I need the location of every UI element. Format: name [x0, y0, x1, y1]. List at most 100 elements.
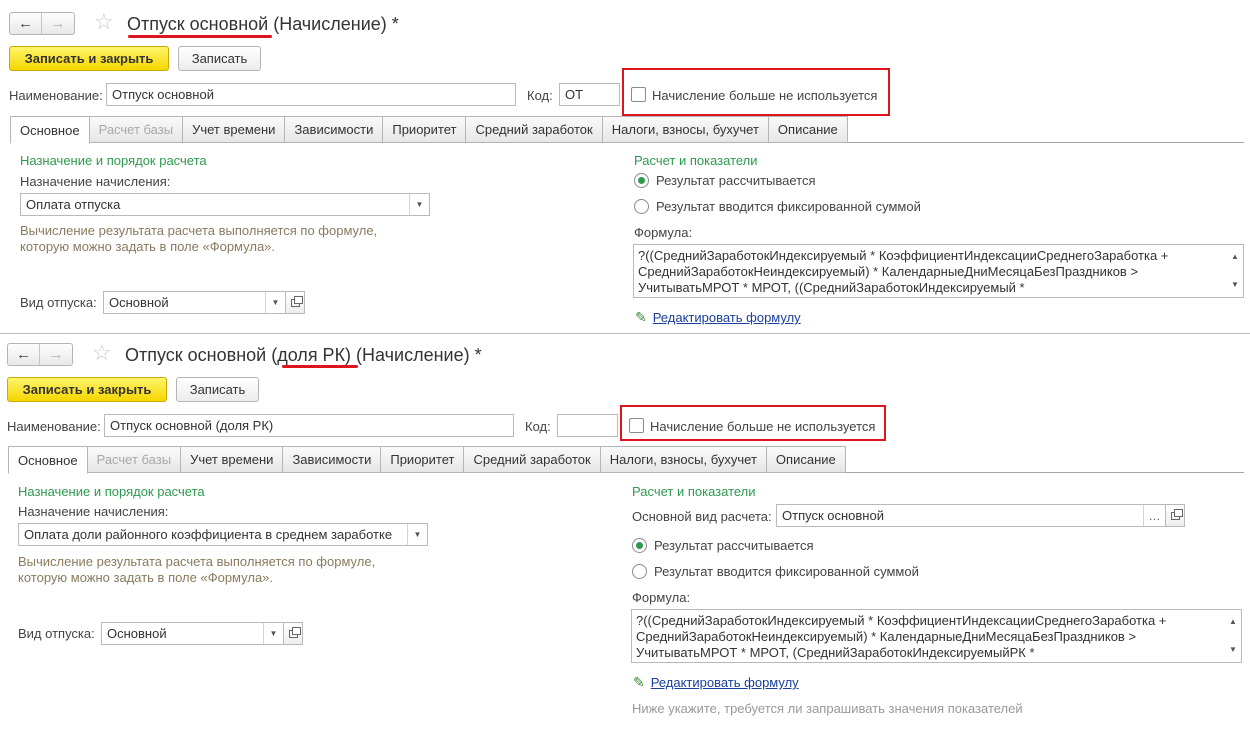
pencil-icon: ✎ — [633, 674, 645, 690]
save-and-close-button[interactable]: Записать и закрыть — [7, 377, 167, 402]
vacation-type-value: Основной — [107, 626, 167, 641]
back-arrow-icon[interactable]: ← — [8, 344, 40, 365]
open-window-icon — [288, 626, 301, 638]
unused-label: Начисление больше не используется — [652, 88, 878, 103]
dropdown-arrow-icon[interactable]: ▼ — [265, 292, 285, 313]
section-title-left: Назначение и порядок расчета — [18, 484, 205, 499]
annotation-underline — [128, 35, 272, 38]
edit-formula-link[interactable]: Редактировать формулу — [651, 675, 799, 690]
accrual-form-rk: ← → ☆ Отпуск основной (доля РК) (Начисле… — [0, 333, 1250, 751]
vacation-type-label: Вид отпуска: — [18, 626, 95, 641]
forward-arrow-icon[interactable]: → — [40, 344, 72, 365]
accrual-form-main: ← → ☆ Отпуск основной (Начисление) * Зап… — [0, 0, 1250, 333]
formula-line: ?((СреднийЗаработокИндексируемый * Коэфф… — [638, 248, 1169, 263]
unused-checkbox[interactable] — [631, 87, 646, 102]
tab-time-accounting[interactable]: Учет времени — [181, 446, 284, 473]
section-title-left: Назначение и порядок расчета — [20, 153, 207, 168]
indicators-hint: Ниже укажите, требуется ли запрашивать з… — [632, 701, 1023, 716]
base-type-label: Основной вид расчета: — [632, 509, 772, 524]
tab-priority[interactable]: Приоритет — [381, 446, 465, 473]
favorite-star-icon[interactable]: ☆ — [92, 342, 112, 364]
formula-note: Вычисление результата расчета выполняетс… — [18, 554, 376, 585]
purpose-select[interactable]: Оплата отпуска ▼ — [20, 193, 430, 216]
choose-dots-icon[interactable]: … — [1143, 505, 1165, 526]
tab-average-earnings[interactable]: Средний заработок — [464, 446, 601, 473]
dropdown-arrow-icon[interactable]: ▼ — [263, 623, 283, 644]
tab-base-calc[interactable]: Расчет базы — [89, 116, 184, 143]
vacation-type-label: Вид отпуска: — [20, 295, 97, 310]
scroll-up-icon[interactable]: ▲ — [1227, 614, 1239, 630]
tab-main[interactable]: Основное — [10, 116, 90, 144]
formula-line: СреднийЗаработокНеиндексируемый) * Кален… — [636, 629, 1137, 644]
radio-button[interactable] — [632, 564, 647, 579]
annotation-underline — [282, 365, 358, 368]
save-button[interactable]: Записать — [176, 377, 259, 402]
tab-dependencies[interactable]: Зависимости — [285, 116, 384, 143]
name-input[interactable]: Отпуск основной — [106, 83, 516, 106]
radio-calculated-label: Результат рассчитывается — [654, 538, 814, 553]
radio-fixed[interactable]: Результат вводится фиксированной суммой — [632, 564, 919, 579]
scroll-down-icon[interactable]: ▼ — [1227, 642, 1239, 658]
tab-taxes[interactable]: Налоги, взносы, бухучет — [602, 116, 769, 143]
formula-line: УчитыватьМРОТ * МРОТ, (СреднийЗаработокИ… — [636, 645, 1035, 660]
formula-line: ?((СреднийЗаработокИндексируемый * Коэфф… — [636, 613, 1167, 628]
formula-label: Формула: — [634, 225, 693, 240]
tab-base-calc[interactable]: Расчет базы — [87, 446, 182, 473]
forward-arrow-icon[interactable]: → — [42, 13, 74, 34]
favorite-star-icon[interactable]: ☆ — [94, 11, 114, 33]
purpose-label: Назначение начисления: — [20, 174, 171, 189]
radio-button[interactable] — [634, 199, 649, 214]
tab-average-earnings[interactable]: Средний заработок — [466, 116, 603, 143]
open-item-button[interactable] — [286, 291, 305, 314]
vacation-type-select[interactable]: Основной ▼ — [101, 622, 284, 645]
formula-textarea[interactable]: ?((СреднийЗаработокИндексируемый * Коэфф… — [631, 609, 1242, 663]
name-label: Наименование: — [7, 419, 101, 434]
radio-fixed-label: Результат вводится фиксированной суммой — [656, 199, 921, 214]
code-input[interactable] — [557, 414, 618, 437]
vacation-type-value: Основной — [109, 295, 169, 310]
tab-description[interactable]: Описание — [768, 116, 848, 143]
radio-fixed-label: Результат вводится фиксированной суммой — [654, 564, 919, 579]
name-label: Наименование: — [9, 88, 103, 103]
scroll-down-icon[interactable]: ▼ — [1229, 277, 1241, 293]
edit-formula-link[interactable]: Редактировать формулу — [653, 310, 801, 325]
nav-group: ← → — [9, 12, 75, 35]
tab-taxes[interactable]: Налоги, взносы, бухучет — [600, 446, 767, 473]
vacation-type-select[interactable]: Основной ▼ — [103, 291, 286, 314]
scroll-up-icon[interactable]: ▲ — [1229, 249, 1241, 265]
name-input[interactable]: Отпуск основной (доля РК) — [104, 414, 514, 437]
tab-bar: Основное Расчет базы Учет времени Зависи… — [8, 446, 1244, 474]
tab-time-accounting[interactable]: Учет времени — [183, 116, 286, 143]
code-input[interactable]: ОТ — [559, 83, 620, 106]
save-and-close-button[interactable]: Записать и закрыть — [9, 46, 169, 71]
base-type-select[interactable]: Отпуск основной … — [776, 504, 1166, 527]
radio-calculated[interactable]: Результат рассчитывается — [634, 173, 816, 188]
tab-bar: Основное Расчет базы Учет времени Зависи… — [10, 116, 1244, 144]
open-item-button[interactable] — [284, 622, 303, 645]
base-type-value: Отпуск основной — [782, 508, 884, 523]
unused-checkbox[interactable] — [629, 418, 644, 433]
tab-main[interactable]: Основное — [8, 446, 88, 474]
purpose-label: Назначение начисления: — [18, 504, 169, 519]
tab-description[interactable]: Описание — [766, 446, 846, 473]
tab-priority[interactable]: Приоритет — [383, 116, 467, 143]
save-button[interactable]: Записать — [178, 46, 261, 71]
radio-button-selected[interactable] — [632, 538, 647, 553]
dropdown-arrow-icon[interactable]: ▼ — [409, 194, 429, 215]
dropdown-arrow-icon[interactable]: ▼ — [407, 524, 427, 545]
tab-dependencies[interactable]: Зависимости — [283, 446, 382, 473]
back-arrow-icon[interactable]: ← — [10, 13, 42, 34]
radio-calculated-label: Результат рассчитывается — [656, 173, 816, 188]
purpose-select[interactable]: Оплата доли районного коэффициента в сре… — [18, 523, 428, 546]
open-item-button[interactable] — [1166, 504, 1185, 527]
purpose-value: Оплата доли районного коэффициента в сре… — [24, 527, 393, 542]
edit-formula-row: ✎ Редактировать формулу — [633, 674, 799, 691]
formula-label: Формула: — [632, 590, 691, 605]
formula-textarea[interactable]: ?((СреднийЗаработокИндексируемый * Коэфф… — [633, 244, 1244, 298]
radio-fixed[interactable]: Результат вводится фиксированной суммой — [634, 199, 921, 214]
formula-note: Вычисление результата расчета выполняетс… — [20, 223, 378, 254]
radio-calculated[interactable]: Результат рассчитывается — [632, 538, 814, 553]
formula-line: СреднийЗаработокНеиндексируемый) * Кален… — [638, 264, 1139, 279]
radio-button-selected[interactable] — [634, 173, 649, 188]
page-title: Отпуск основной (Начисление) * — [127, 14, 399, 34]
